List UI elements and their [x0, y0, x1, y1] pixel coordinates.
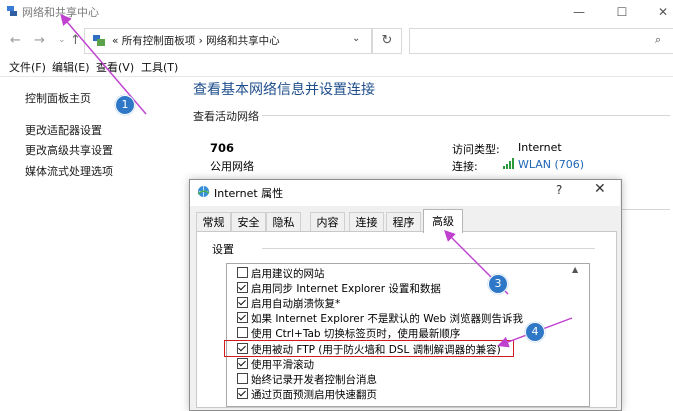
step-badge-1: 1	[115, 95, 135, 115]
step-badge-4: 4	[525, 322, 545, 342]
annotation-arrows	[60, 13, 573, 348]
step-badge-3: 3	[488, 274, 508, 294]
